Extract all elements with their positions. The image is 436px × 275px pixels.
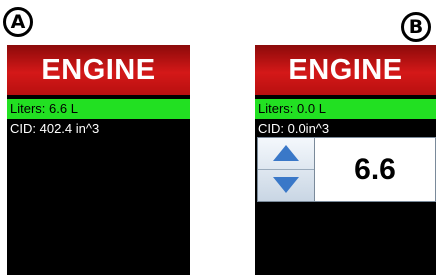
panel-b-badge-letter: B (408, 16, 424, 38)
liters-label: Liters: 0.0 L (258, 101, 326, 116)
value-stepper[interactable]: 6.6 (257, 137, 436, 202)
decrement-button[interactable] (258, 170, 314, 202)
stepper-value[interactable]: 6.6 (315, 138, 435, 201)
increment-button[interactable] (258, 138, 314, 170)
cid-label: CID: 402.4 in^3 (10, 121, 100, 136)
triangle-up-icon (273, 145, 299, 162)
stepper-arrows (258, 138, 315, 201)
cid-label: CID: 0.0in^3 (258, 121, 330, 136)
panel-b-header: ENGINE (255, 45, 436, 95)
liters-row[interactable]: Liters: 0.0 L (255, 99, 436, 119)
panel-a-badge-letter: A (10, 11, 26, 33)
panel-b-badge: B (401, 12, 431, 42)
panel-b-title: ENGINE (288, 53, 403, 86)
liters-row[interactable]: Liters: 6.6 L (7, 99, 190, 119)
cid-row[interactable]: CID: 0.0in^3 (255, 119, 436, 139)
engine-panel-a: ENGINE Liters: 6.6 L CID: 402.4 in^3 (7, 45, 190, 275)
liters-label: Liters: 6.6 L (10, 101, 78, 116)
cid-row[interactable]: CID: 402.4 in^3 (7, 119, 190, 139)
panel-a-header: ENGINE (7, 45, 190, 95)
triangle-down-icon (273, 177, 299, 194)
panel-a-badge: A (3, 7, 33, 37)
panel-a-title: ENGINE (41, 53, 156, 86)
